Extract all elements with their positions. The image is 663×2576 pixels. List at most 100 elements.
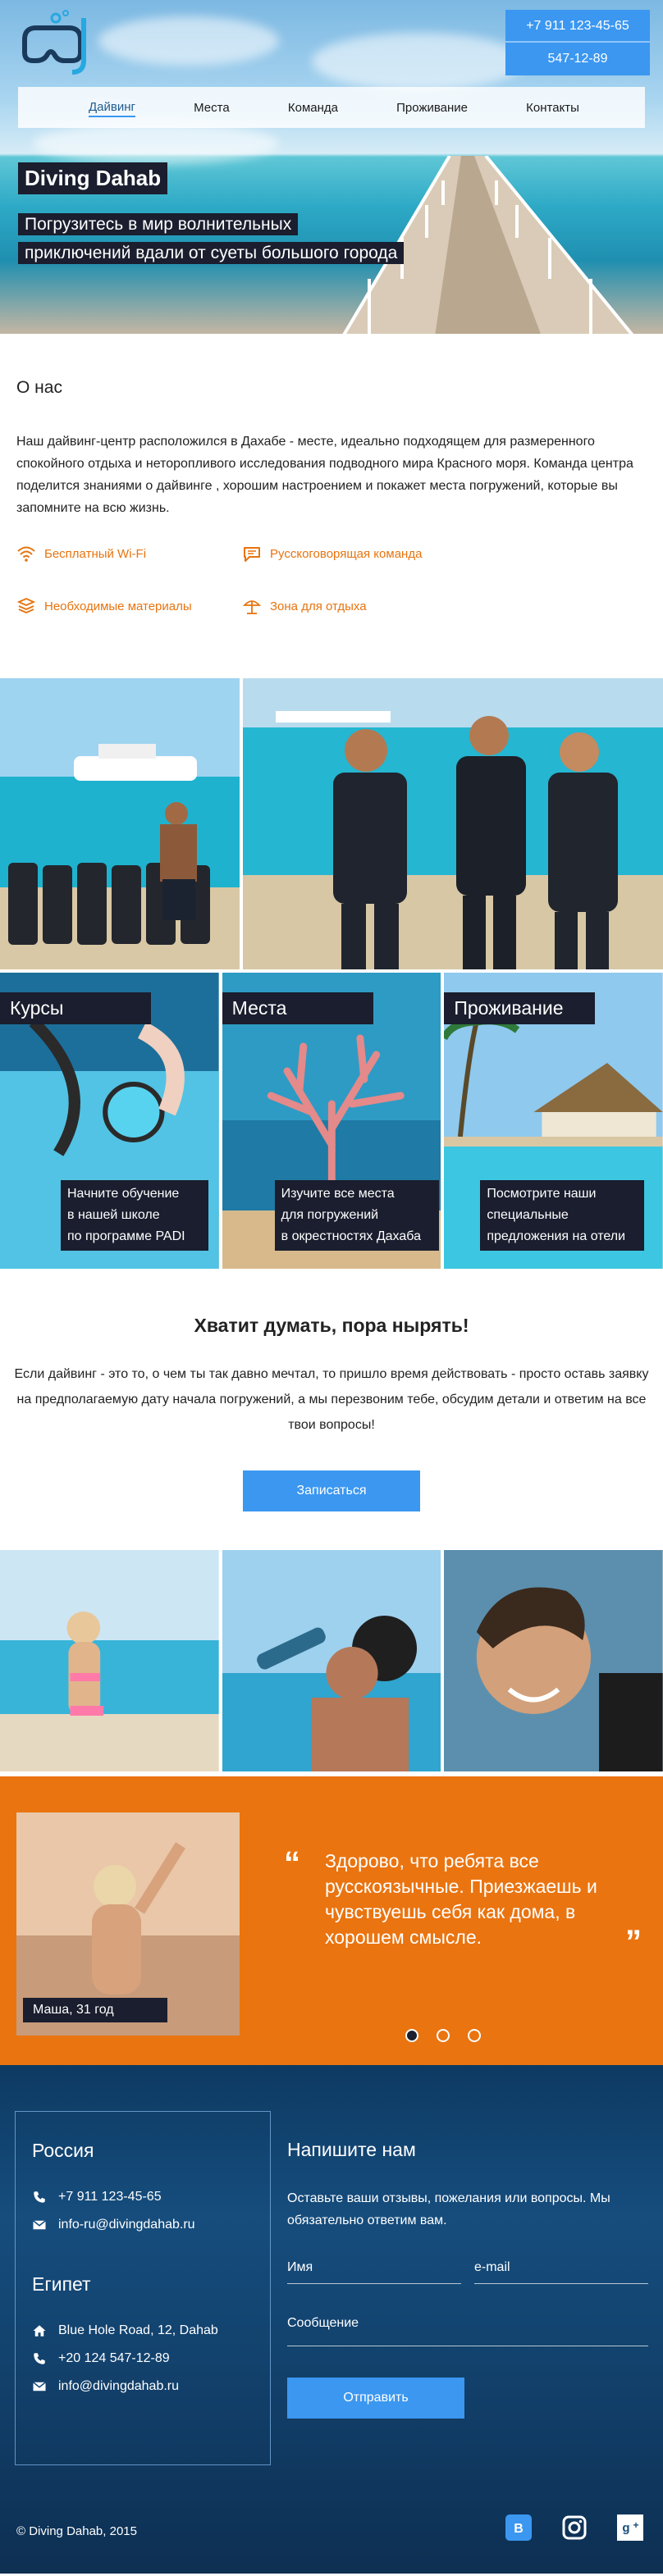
feature-item: Русскоговорящая команда [242, 544, 521, 563]
svg-text:g: g [622, 2521, 629, 2535]
contact-email[interactable]: info@divingdahab.ru [58, 2379, 179, 2394]
nav-item-contacts[interactable]: Контакты [526, 99, 579, 116]
phone-icon [34, 2191, 45, 2203]
about-text: Наш дайвинг-центр расположился в Дахабе … [16, 435, 633, 515]
form-row [287, 2251, 648, 2284]
feature-item: Необходимые материалы [16, 596, 242, 616]
card-title: Курсы [0, 992, 151, 1024]
contact-email[interactable]: info-ru@divingdahab.ru [58, 2218, 195, 2232]
cta-heading: Хватит думать, пора нырять! [194, 1315, 469, 1336]
name-input[interactable] [287, 2251, 461, 2284]
card-description: Начните обучение в нашей школе по програ… [61, 1180, 208, 1251]
phone-box: +7 911 123-45-65 547-12-89 [505, 10, 650, 75]
chat-icon [244, 547, 260, 562]
card-accommodation[interactable]: Проживание Посмотрите наши специальные п… [444, 973, 663, 1269]
photo-divers-walking [243, 678, 663, 969]
cta-section: Хватит думать, пора нырять! Если дайвинг… [0, 1269, 663, 1550]
cloud-shape [33, 123, 279, 164]
carousel-dot[interactable] [405, 2029, 418, 2042]
photo-diving-gear-image [0, 678, 240, 969]
photo-guest-beach-image [0, 1550, 219, 1771]
hero-title: Diving Dahab [18, 162, 168, 194]
footer: Россия +7 911 123-45-65 info-ru@divingda… [0, 2065, 663, 2574]
about-section: О нас Наш дайвинг-центр расположился в Д… [0, 334, 663, 678]
card-description-line: Начните обучение [67, 1187, 180, 1201]
close-quote-icon: ” [625, 1924, 642, 1960]
card-title: Места [222, 992, 373, 1024]
cta-text: Если дайвинг - это то, о чем ты так давн… [14, 1367, 649, 1432]
card-description-line: для погружений [281, 1208, 379, 1222]
about-heading: О нас [16, 378, 62, 397]
contacts-egypt-heading: Египет [32, 2273, 91, 2295]
phone-primary[interactable]: +7 911 123-45-65 [505, 10, 650, 43]
feature-item: Бесплатный Wi-Fi [16, 544, 242, 563]
feature-item: Зона для отдыха [242, 596, 521, 616]
photo-guest-smiling [444, 1550, 663, 1771]
contact-row: +7 911 123-45-65 [32, 2190, 254, 2204]
card-description-line: предложения на отели [487, 1229, 626, 1243]
nav-item-team[interactable]: Команда [288, 99, 338, 116]
photo-row-divers [0, 678, 663, 969]
carousel-dot[interactable] [437, 2029, 450, 2042]
photo-row-guests [0, 1550, 663, 1771]
signup-button[interactable]: Записаться [243, 1470, 420, 1511]
contact-row: info@divingdahab.ru [32, 2379, 254, 2394]
instagram-icon[interactable] [561, 2514, 588, 2541]
cloud-shape [312, 33, 525, 90]
photo-guest-smiling-image [444, 1550, 663, 1771]
email-input[interactable] [474, 2251, 648, 2284]
card-title: Проживание [444, 992, 596, 1024]
contact-row: Blue Hole Road, 12, Dahab [32, 2323, 254, 2338]
card-places[interactable]: Места Изучите все места для погружений в… [222, 973, 441, 1269]
contact-form: Напишите нам Оставьте ваши отзывы, пожел… [287, 2139, 648, 2419]
card-description: Изучите все места для погружений в окрес… [274, 1180, 439, 1251]
form-description: Оставьте ваши отзывы, пожелания или вопр… [287, 2191, 610, 2227]
feature-label: Необходимые материалы [44, 599, 192, 613]
wifi-icon [17, 546, 35, 562]
vk-icon[interactable]: B [505, 2514, 532, 2541]
feature-label: Зона для отдыха [270, 599, 367, 613]
card-description-line: в окрестностях Дахаба [281, 1229, 421, 1243]
open-quote-icon: “ [284, 1845, 300, 1881]
copyright: © Diving Dahab, 2015 [16, 2524, 137, 2538]
social-links: B g + [505, 2514, 643, 2541]
nav-item-diving[interactable]: Дайвинг [89, 98, 135, 117]
materials-icon [16, 598, 36, 613]
contact-address: Blue Hole Road, 12, Dahab [58, 2323, 218, 2337]
google-plus-icon[interactable]: g + [617, 2514, 643, 2541]
main-nav: Дайвинг Места Команда Проживание Контакт… [18, 87, 645, 128]
features-grid: Бесплатный Wi-Fi Русскоговорящая команда… [16, 544, 647, 616]
svg-text:+: + [633, 2519, 638, 2531]
photo-guest-drinking [222, 1550, 441, 1771]
feature-label: Русскоговорящая команда [270, 546, 423, 561]
message-input[interactable] [287, 2300, 648, 2346]
contact-phone[interactable]: +20 124 547-12-89 [58, 2351, 170, 2366]
logo-icon[interactable] [18, 10, 97, 75]
svg-text:B: B [514, 2522, 524, 2536]
photo-guest-drinking-image [222, 1550, 441, 1771]
beach-umbrella-icon [242, 600, 262, 614]
card-description-line: по программе PADI [67, 1229, 185, 1243]
hero-subtitle-line: приключений вдали от суеты большого горо… [18, 242, 405, 264]
submit-button[interactable]: Отправить [287, 2378, 464, 2419]
mail-icon [33, 2220, 46, 2230]
card-description-line: Изучите все места [281, 1187, 395, 1201]
nav-item-accommodation[interactable]: Проживание [396, 99, 468, 116]
card-courses[interactable]: Курсы Начните обучение в нашей школе по … [0, 973, 219, 1269]
card-description-line: специальные [487, 1208, 569, 1222]
hero-subtitle: Погрузитесь в мир волнительных приключен… [18, 210, 543, 267]
testimonial-author: Маша, 31 год [23, 1998, 167, 2022]
contact-phone[interactable]: +7 911 123-45-65 [58, 2190, 162, 2204]
card-description: Посмотрите наши специальные предложения … [480, 1180, 645, 1251]
nav-item-places[interactable]: Места [194, 99, 230, 116]
contacts-box: Россия +7 911 123-45-65 info-ru@divingda… [15, 2111, 271, 2465]
testimonial-quote: Здорово, что ребята все русскоязычные. П… [325, 1850, 597, 1948]
phone-icon [34, 2353, 45, 2364]
phone-secondary[interactable]: 547-12-89 [505, 43, 650, 75]
offer-cards: Курсы Начните обучение в нашей школе по … [0, 973, 663, 1269]
page: +7 911 123-45-65 547-12-89 Дайвинг Места… [0, 0, 663, 2574]
carousel-dot[interactable] [468, 2029, 481, 2042]
card-description-line: в нашей школе [67, 1208, 160, 1222]
carousel-dots [405, 2029, 481, 2042]
hero: +7 911 123-45-65 547-12-89 Дайвинг Места… [0, 0, 663, 334]
